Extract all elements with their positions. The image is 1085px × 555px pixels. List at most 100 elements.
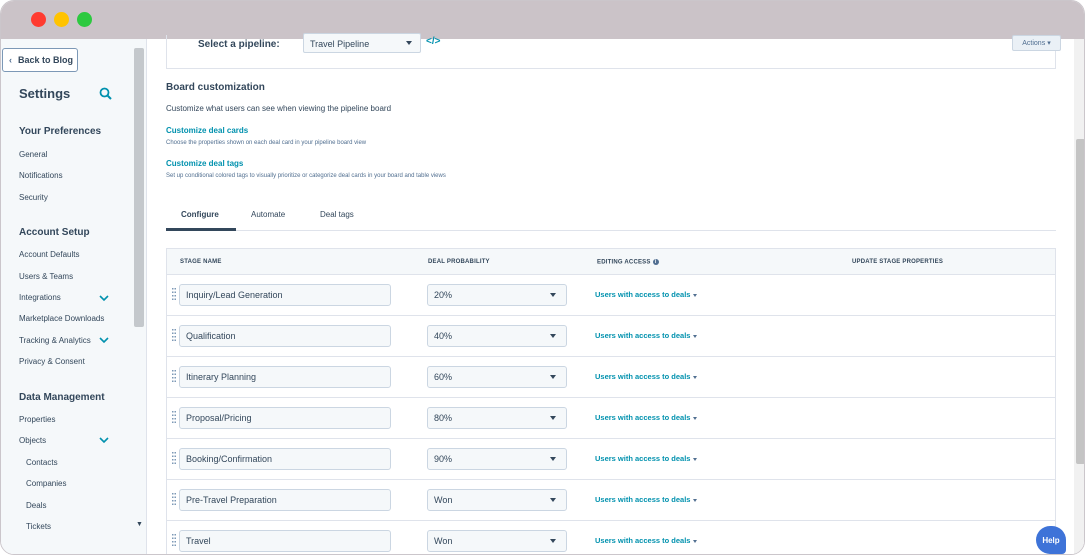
sidebar-title: Settings [19, 86, 71, 101]
deal-probability-value: 20% [434, 290, 453, 300]
stage-name-input[interactable]: Booking/Confirmation [179, 448, 391, 470]
active-tab-indicator [166, 228, 236, 231]
sidebar-item-general[interactable]: General [19, 150, 47, 159]
sidebar-item-security[interactable]: Security [19, 193, 48, 202]
editing-access-dropdown[interactable]: Users with access to deals [595, 536, 698, 545]
editing-access-dropdown[interactable]: Users with access to deals [595, 331, 698, 340]
caret-down-icon [693, 539, 698, 543]
section-data-management: Data Management [19, 392, 105, 403]
customize-deal-cards-description: Choose the properties shown on each deal… [166, 140, 367, 146]
help-button[interactable]: Help [1036, 526, 1066, 554]
table-row: Itinerary Planning 60% Users with access… [167, 357, 1055, 398]
stage-name-input[interactable]: Inquiry/Lead Generation [179, 284, 391, 306]
pipeline-select[interactable]: Travel Pipeline [303, 33, 421, 53]
editing-access-label: Users with access to deals [595, 331, 691, 340]
deal-probability-select[interactable]: 40% [427, 325, 567, 347]
deal-probability-select[interactable]: 90% [427, 448, 567, 470]
section-account-setup: Account Setup [19, 227, 90, 238]
actions-button[interactable]: Actions ▾ [1012, 35, 1061, 51]
info-icon[interactable]: i [652, 259, 659, 265]
caret-down-icon [550, 293, 556, 297]
board-customization-title: Board customization [166, 82, 265, 93]
close-window-button[interactable] [31, 12, 46, 27]
tab-configure[interactable]: Configure [181, 210, 219, 219]
editing-access-label: Users with access to deals [595, 495, 691, 504]
drag-handle-icon[interactable] [172, 452, 176, 464]
sidebar-item-integrations[interactable]: Integrations [19, 293, 61, 302]
table-row: Proposal/Pricing 80% Users with access t… [167, 398, 1055, 439]
chevron-down-icon[interactable] [99, 293, 109, 303]
deal-probability-select[interactable]: 60% [427, 366, 567, 388]
minimize-window-button[interactable] [54, 12, 69, 27]
stage-name-input[interactable]: Qualification [179, 325, 391, 347]
caret-down-icon [693, 416, 698, 420]
sidebar-item-tracking-analytics[interactable]: Tracking & Analytics [19, 336, 91, 345]
main-content: Select a pipeline: Travel Pipeline </> A… [148, 33, 1084, 554]
drag-handle-icon[interactable] [172, 288, 176, 300]
deal-probability-value: 60% [434, 372, 453, 382]
drag-handle-icon[interactable] [172, 493, 176, 505]
sidebar-item-deals[interactable]: Deals [26, 501, 46, 510]
stage-name-input[interactable]: Proposal/Pricing [179, 407, 391, 429]
caret-down-icon: ▾ [1047, 40, 1051, 47]
back-to-blog-button[interactable]: ‹ Back to Blog [2, 48, 78, 72]
maximize-window-button[interactable] [77, 12, 92, 27]
caret-down-icon [550, 375, 556, 379]
caret-down-icon [693, 375, 698, 379]
sidebar-item-properties[interactable]: Properties [19, 415, 55, 424]
caret-down-icon [406, 41, 412, 45]
header-update-stage-properties: UPDATE STAGE PROPERTIES [852, 259, 944, 265]
tab-automate[interactable]: Automate [251, 210, 285, 219]
drag-handle-icon[interactable] [172, 534, 176, 546]
scroll-down-arrow-icon[interactable]: ▼ [136, 521, 143, 528]
editing-access-dropdown[interactable]: Users with access to deals [595, 290, 698, 299]
main-scrollbar-thumb[interactable] [1076, 139, 1084, 464]
editing-access-dropdown[interactable]: Users with access to deals [595, 454, 698, 463]
sidebar-item-marketplace-downloads[interactable]: Marketplace Downloads [19, 314, 104, 323]
sidebar-item-objects[interactable]: Objects [19, 436, 46, 445]
sidebar-item-privacy-consent[interactable]: Privacy & Consent [19, 357, 85, 366]
sidebar-item-account-defaults[interactable]: Account Defaults [19, 250, 79, 259]
stage-name-input[interactable]: Travel [179, 530, 391, 552]
tab-deal-tags[interactable]: Deal tags [320, 210, 354, 219]
chevron-left-icon: ‹ [9, 55, 12, 65]
editing-access-dropdown[interactable]: Users with access to deals [595, 495, 698, 504]
sidebar-item-contacts[interactable]: Contacts [26, 458, 58, 467]
caret-down-icon [550, 457, 556, 461]
caret-down-icon [550, 539, 556, 543]
caret-down-icon [693, 334, 698, 338]
search-icon[interactable] [99, 87, 112, 100]
header-editing-access-label: EDITING ACCESS [597, 259, 651, 266]
settings-sidebar: ‹ Back to Blog Settings Your Preferences… [1, 39, 147, 554]
deal-probability-select[interactable]: Won [427, 530, 567, 552]
chevron-down-icon[interactable] [99, 435, 109, 445]
customize-deal-tags-link[interactable]: Customize deal tags [166, 159, 243, 168]
pipeline-tabs: Configure Automate Deal tags [166, 201, 1056, 231]
deal-probability-select[interactable]: 20% [427, 284, 567, 306]
stage-name-input[interactable]: Itinerary Planning [179, 366, 391, 388]
pipeline-label: Select a pipeline: [198, 39, 280, 50]
chevron-down-icon[interactable] [99, 335, 109, 345]
sidebar-item-notifications[interactable]: Notifications [19, 171, 63, 180]
editing-access-dropdown[interactable]: Users with access to deals [595, 372, 698, 381]
pipeline-select-value: Travel Pipeline [310, 39, 370, 49]
stages-table: STAGE NAME DEAL PROBABILITY EDITING ACCE… [166, 248, 1056, 554]
editing-access-dropdown[interactable]: Users with access to deals [595, 413, 698, 422]
embed-code-icon[interactable]: </> [426, 36, 440, 47]
sidebar-item-users-teams[interactable]: Users & Teams [19, 272, 73, 281]
sidebar-item-tickets[interactable]: Tickets [26, 522, 51, 531]
stage-name-input[interactable]: Pre-Travel Preparation [179, 489, 391, 511]
drag-handle-icon[interactable] [172, 329, 176, 341]
table-row: Inquiry/Lead Generation 20% Users with a… [167, 275, 1055, 316]
deal-probability-select[interactable]: 80% [427, 407, 567, 429]
customize-deal-cards-link[interactable]: Customize deal cards [166, 126, 248, 135]
drag-handle-icon[interactable] [172, 411, 176, 423]
deal-probability-select[interactable]: Won [427, 489, 567, 511]
drag-handle-icon[interactable] [172, 370, 176, 382]
table-row: Qualification 40% Users with access to d… [167, 316, 1055, 357]
sidebar-scrollbar-thumb[interactable] [134, 48, 144, 327]
header-editing-access: EDITING ACCESS i [597, 259, 659, 266]
deal-probability-value: 90% [434, 454, 453, 464]
sidebar-item-companies[interactable]: Companies [26, 479, 66, 488]
back-button-label: Back to Blog [18, 55, 74, 65]
